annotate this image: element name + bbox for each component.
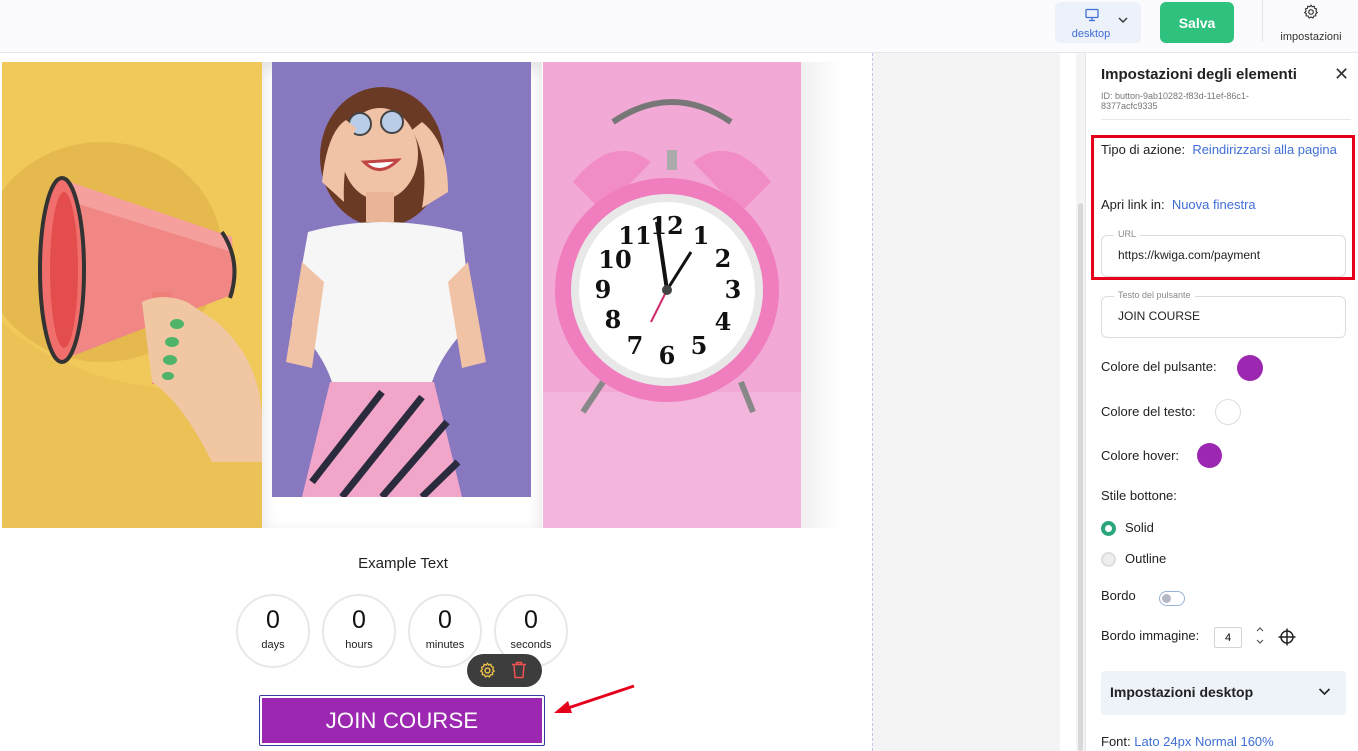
element-id: ID: button-9ab10282-f83d-11ef-86c1-8377a… (1101, 91, 1249, 111)
border-toggle[interactable] (1159, 591, 1185, 606)
arrow-annotation-icon (554, 684, 635, 713)
device-label: desktop (1071, 28, 1111, 40)
svg-text:7: 7 (627, 331, 644, 360)
open-link-row: Apri link in: Nuova finestra (1101, 194, 1256, 216)
button-text-input[interactable] (1118, 309, 1338, 323)
editor-canvas: 12 1 2 3 4 5 6 7 8 9 10 11 Example Text … (0, 53, 1085, 751)
style-solid-label: Solid (1125, 520, 1154, 535)
button-text-field: Testo del pulsante (1101, 290, 1346, 338)
example-text[interactable]: Example Text (303, 555, 503, 572)
woman-illustration (272, 62, 531, 497)
text-color-swatch[interactable] (1215, 399, 1241, 425)
svg-text:8: 8 (605, 305, 622, 334)
gear-icon[interactable] (479, 662, 496, 679)
svg-text:12: 12 (650, 211, 683, 240)
countdown-value: 0 (438, 606, 452, 634)
element-toolbar (467, 654, 542, 687)
url-label: URL (1114, 229, 1141, 239)
device-selector[interactable]: desktop (1055, 2, 1141, 43)
close-icon[interactable]: ✕ (1334, 65, 1349, 83)
svg-text:1: 1 (693, 221, 710, 250)
svg-text:6: 6 (659, 341, 676, 370)
svg-text:5: 5 (691, 331, 708, 360)
number-stepper[interactable] (1254, 625, 1266, 649)
panel-title: Impostazioni degli elementi (1101, 66, 1297, 83)
crosshair-icon[interactable] (1278, 628, 1296, 646)
button-text-label: Testo del pulsante (1114, 290, 1195, 300)
countdown-unit: seconds (510, 639, 552, 651)
image-shadow (801, 62, 841, 528)
image-border-label: Bordo immagine: (1101, 628, 1200, 643)
empty-column (872, 53, 1060, 751)
chevron-up-icon (1256, 627, 1264, 632)
desktop-settings-label: Impostazioni desktop (1110, 684, 1254, 700)
svg-text:9: 9 (595, 275, 612, 304)
save-button[interactable]: Salva (1160, 2, 1234, 43)
chevron-down-icon (1118, 17, 1128, 23)
countdown-value: 0 (352, 606, 366, 634)
svg-text:2: 2 (715, 244, 732, 273)
radio-outline[interactable] (1101, 552, 1116, 567)
alarm-clock-image[interactable]: 12 1 2 3 4 5 6 7 8 9 10 11 (543, 62, 801, 528)
toggle-knob (1162, 594, 1171, 603)
countdown-days: 0 days (236, 594, 310, 668)
chevron-down-icon (1256, 639, 1264, 644)
settings-button[interactable]: impostazioni (1276, 4, 1346, 44)
countdown-unit: days (261, 639, 285, 651)
settings-label: impostazioni (1280, 31, 1342, 43)
button-color-swatch[interactable] (1237, 355, 1263, 381)
desktop-settings-accordion[interactable]: Impostazioni desktop (1101, 671, 1346, 715)
font-row: Font: Lato 24px Normal 160% (1101, 734, 1274, 749)
megaphone-image[interactable] (2, 62, 262, 528)
monitor-icon (1085, 8, 1099, 22)
font-value[interactable]: Lato 24px Normal 160% (1134, 734, 1273, 749)
countdown-minutes: 0 minutes (408, 594, 482, 668)
hover-color-swatch[interactable] (1197, 443, 1222, 468)
url-input[interactable] (1118, 248, 1338, 262)
element-settings-panel: Impostazioni degli elementi ✕ ID: button… (1085, 53, 1358, 751)
countdown-value: 0 (266, 606, 280, 634)
text-color-label: Colore del testo: (1101, 404, 1196, 419)
open-link-label: Apri link in: (1101, 197, 1165, 212)
chevron-down-icon (1318, 688, 1331, 696)
woman-image[interactable] (272, 62, 531, 497)
canvas-scrollbar[interactable] (1076, 53, 1085, 751)
divider (1101, 119, 1351, 120)
svg-text:3: 3 (725, 275, 742, 304)
button-color-label: Colore del pulsante: (1101, 359, 1217, 374)
action-type-label: Tipo di azione: (1101, 142, 1186, 157)
divider (1262, 0, 1263, 42)
svg-text:11: 11 (618, 221, 651, 250)
action-type-row: Tipo di azione: Reindirizzarsi alla pagi… (1101, 139, 1341, 161)
hover-color-label: Colore hover: (1101, 448, 1180, 463)
countdown-value: 0 (524, 606, 538, 634)
url-field: URL (1101, 229, 1346, 277)
top-bar: desktop Salva impostazioni (0, 0, 1358, 53)
join-course-button[interactable]: JOIN COURSE (262, 698, 542, 743)
countdown-unit: minutes (425, 639, 465, 651)
megaphone-illustration (2, 142, 262, 528)
alarm-clock-illustration: 12 1 2 3 4 5 6 7 8 9 10 11 (543, 62, 801, 528)
border-label: Bordo (1101, 588, 1136, 603)
radio-solid[interactable] (1101, 521, 1116, 536)
style-outline-label: Outline (1125, 551, 1167, 566)
image-border-input[interactable] (1214, 627, 1242, 648)
action-type-value[interactable]: Reindirizzarsi alla pagina (1192, 142, 1337, 157)
button-style-label: Stile bottone: (1101, 488, 1177, 503)
countdown-hours: 0 hours (322, 594, 396, 668)
open-link-value[interactable]: Nuova finestra (1172, 197, 1256, 212)
countdown-unit: hours (345, 639, 373, 651)
gear-icon (1303, 4, 1319, 19)
trash-icon[interactable] (511, 661, 527, 679)
font-label: Font: (1101, 734, 1131, 749)
scrollbar-thumb[interactable] (1078, 203, 1083, 751)
svg-text:4: 4 (715, 307, 732, 336)
